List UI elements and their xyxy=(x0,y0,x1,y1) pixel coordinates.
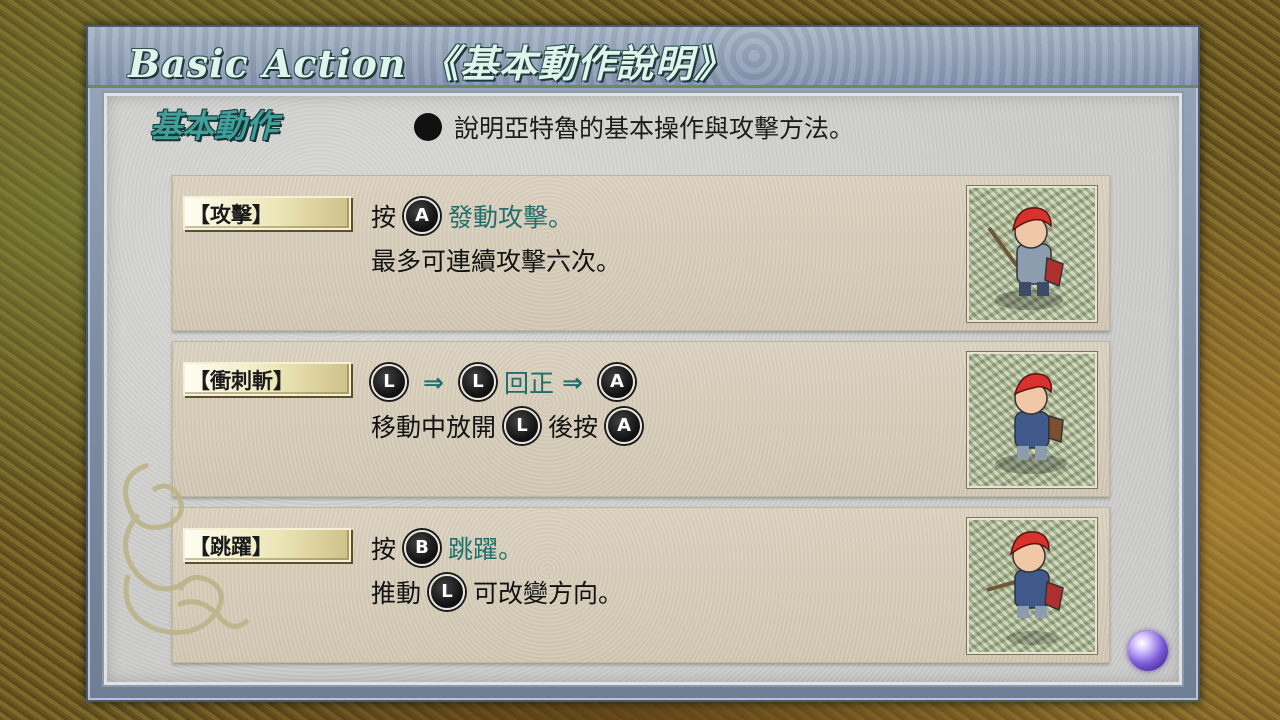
action-row-dash-slash: 【衝刺斬】 L ⇒ L 回正 ⇒ A 移動中放開 L 後按 A xyxy=(172,341,1110,497)
text: 按 xyxy=(371,203,397,232)
bullet-icon xyxy=(414,113,442,141)
l-stick-icon: L xyxy=(371,364,407,400)
hero-thumbnail xyxy=(967,186,1097,322)
description-line: 推動 L 可改變方向。 xyxy=(371,570,623,614)
l-stick-icon: L xyxy=(459,364,496,400)
action-row-attack: 【攻擊】 按 A 發動攻擊。 最多可連續攻擊六次。 xyxy=(172,175,1110,331)
section-title: 基本動作 xyxy=(150,107,279,145)
hero-thumbnail xyxy=(967,352,1097,488)
highlight-text: 跳躍。 xyxy=(448,535,524,564)
content-panel: 基本動作 說明亞特魯的基本操作與攻擊方法。 【攻擊】 按 A 發動攻擊。 最多可… xyxy=(102,91,1184,687)
arrow-icon: ⇒ xyxy=(423,367,444,397)
dialog-frame: Basic Action 《基本動作說明》 基本動作 說明亞特魯的基本操作與攻擊… xyxy=(86,25,1200,702)
action-label-dash-slash: 【衝刺斬】 xyxy=(183,362,351,396)
description-line: 最多可連續攻擊六次。 xyxy=(371,238,621,282)
hero-icon xyxy=(987,207,1064,310)
purple-orb-icon xyxy=(1128,631,1168,671)
arrow-icon: ⇒ xyxy=(561,367,583,397)
text: 可改變方向。 xyxy=(473,579,624,608)
text: 按 xyxy=(371,535,397,564)
description-line: 移動中放開 L 後按 A xyxy=(371,404,650,448)
a-button-icon: A xyxy=(598,364,635,400)
text: 最多可連續攻擊六次。 xyxy=(371,247,622,276)
text: 推動 xyxy=(371,579,422,608)
l-stick-icon: L xyxy=(504,408,541,444)
section-intro: 說明亞特魯的基本操作與攻擊方法。 xyxy=(414,109,854,145)
celtic-ornament-icon xyxy=(123,462,250,635)
a-button-icon: A xyxy=(404,198,441,234)
b-button-icon: B xyxy=(404,530,441,566)
l-stick-icon: L xyxy=(429,574,466,610)
action-description: 按 B 跳躍。 推動 L 可改變方向。 xyxy=(371,526,623,614)
description-line: L ⇒ L 回正 ⇒ A xyxy=(371,360,650,404)
description-line: 按 B 跳躍。 xyxy=(371,526,623,570)
a-button-icon: A xyxy=(606,408,643,444)
action-label-attack: 【攻擊】 xyxy=(183,196,351,230)
highlight-text: 發動攻擊。 xyxy=(448,203,574,232)
page-title: Basic Action 《基本動作說明》 xyxy=(128,41,733,86)
description-line: 按 A 發動攻擊。 xyxy=(371,194,621,238)
hero-icon xyxy=(995,373,1067,474)
text: 後按 xyxy=(548,413,599,442)
action-description: L ⇒ L 回正 ⇒ A 移動中放開 L 後按 A xyxy=(371,360,650,448)
text: 移動中放開 xyxy=(371,413,497,442)
action-row-jump: 【跳躍】 按 B 跳躍。 推動 L 可改變方向。 xyxy=(172,507,1110,663)
action-description: 按 A 發動攻擊。 最多可連續攻擊六次。 xyxy=(371,194,621,282)
intro-text: 說明亞特魯的基本操作與攻擊方法。 xyxy=(454,114,855,143)
title-bar: Basic Action 《基本動作說明》 xyxy=(88,27,1198,88)
hero-icon xyxy=(986,531,1064,645)
highlight-text: 回正 xyxy=(503,369,554,398)
hero-thumbnail xyxy=(967,518,1097,654)
